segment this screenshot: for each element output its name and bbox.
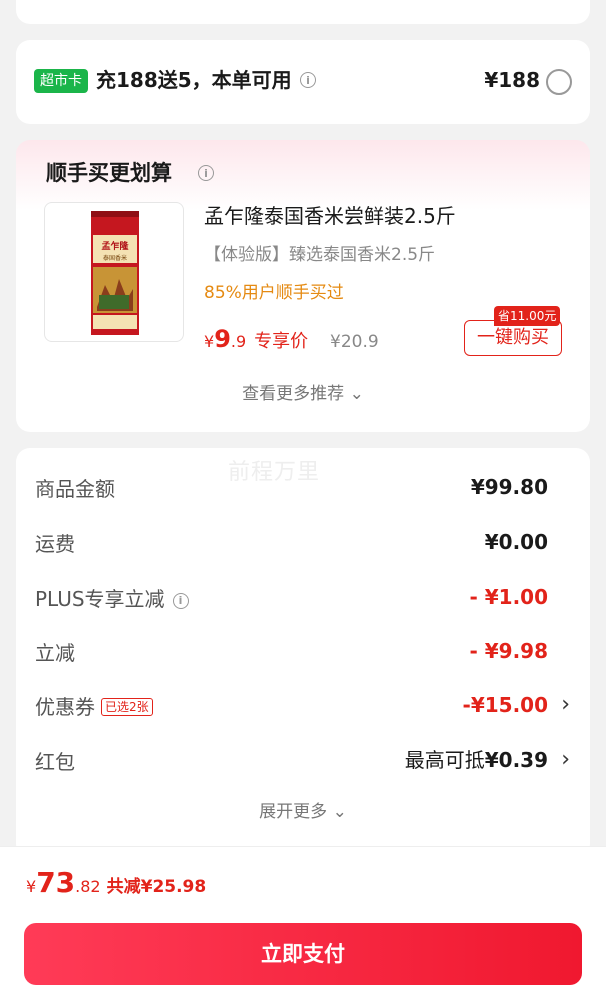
supermarket-card-radio[interactable] bbox=[546, 69, 572, 95]
product-name[interactable]: 孟乍隆泰国香米尝鲜装2.5斤 bbox=[204, 202, 456, 230]
supermarket-card-badge: 超市卡 bbox=[34, 69, 88, 93]
coupon-row[interactable]: 优惠券 已选2张 -¥15.00 › bbox=[16, 686, 590, 726]
shipping-label: 运费 bbox=[35, 532, 75, 556]
red-packet-value: 最高可抵¥0.39 bbox=[405, 745, 548, 775]
price-tag: 专享价 bbox=[254, 331, 309, 352]
coupon-label: 优惠券 bbox=[35, 695, 95, 719]
package-brand-text: 孟乍隆 bbox=[101, 240, 129, 252]
plus-discount-label-wrap: PLUS专享立减 i bbox=[35, 584, 189, 614]
subtotal-row: 商品金额 ¥99.80 bbox=[16, 468, 590, 508]
original-price: ¥20.9 bbox=[330, 332, 379, 352]
checkout-page: 超市卡 充188送5，本单可用 i ¥188 顺手买更划算 i 孟乍隆 泰国香米… bbox=[0, 0, 606, 1004]
total-symbol: ¥ bbox=[26, 877, 37, 896]
order-total: ¥73.82 共减¥25.98 bbox=[26, 865, 206, 905]
red-packet-row[interactable]: 红包 最高可抵¥0.39 › bbox=[16, 741, 590, 781]
info-icon[interactable]: i bbox=[198, 165, 214, 181]
supermarket-card-price: ¥188 bbox=[484, 68, 540, 92]
pay-now-button[interactable]: 立即支付 bbox=[24, 923, 582, 985]
chevron-right-icon: › bbox=[561, 747, 570, 772]
product-price: ¥9.9 专享价 bbox=[204, 324, 308, 357]
red-packet-prefix: 最高可抵 bbox=[404, 748, 485, 772]
price-symbol: ¥ bbox=[204, 332, 215, 351]
chevron-right-icon: › bbox=[561, 692, 570, 717]
rice-bag-image: 孟乍隆 泰国香米 bbox=[91, 211, 139, 335]
subtotal-label: 商品金额 bbox=[35, 477, 115, 501]
coupon-label-wrap: 优惠券 已选2张 bbox=[35, 692, 153, 722]
plus-discount-row: PLUS专享立减 i - ¥1.00 bbox=[16, 578, 590, 618]
more-recommendations-label: 查看更多推荐 bbox=[242, 384, 345, 404]
coupon-value: -¥15.00 bbox=[462, 693, 548, 717]
subtotal-value: ¥99.80 bbox=[470, 475, 548, 499]
total-savings: 共减¥25.98 bbox=[106, 877, 207, 897]
chevron-down-icon: ⌄ bbox=[332, 802, 347, 822]
product-popularity-hint: 85%用户顺手买过 bbox=[204, 283, 344, 303]
supermarket-card-offer: 充188送5，本单可用 bbox=[96, 68, 292, 92]
package-sub-text: 泰国香米 bbox=[103, 254, 127, 262]
plus-discount-label: PLUS专享立减 bbox=[35, 587, 165, 611]
chevron-down-icon: ⌄ bbox=[349, 384, 364, 404]
expand-more-label: 展开更多 bbox=[259, 802, 328, 822]
price-decimal: .9 bbox=[230, 332, 247, 351]
coupon-selected-tag: 已选2张 bbox=[101, 698, 153, 716]
red-packet-amount: ¥0.39 bbox=[484, 748, 548, 772]
info-icon[interactable]: i bbox=[300, 72, 316, 88]
shipping-row: 运费 ¥0.00 bbox=[16, 523, 590, 563]
previous-card bbox=[16, 0, 590, 24]
bundle-title: 顺手买更划算 bbox=[46, 161, 172, 185]
total-integer: 73 bbox=[36, 866, 76, 899]
pay-bar: ¥73.82 共减¥25.98 立即支付 bbox=[0, 846, 606, 1004]
expand-more-link[interactable]: 展开更多 ⌄ bbox=[16, 798, 590, 826]
product-image[interactable]: 孟乍隆 泰国香米 bbox=[44, 202, 184, 342]
bundle-recommendation-card: 顺手买更划算 i 孟乍隆 泰国香米 孟乍隆泰国香米尝鲜装2.5斤 【体验版】臻选… bbox=[16, 140, 590, 432]
supermarket-card-row[interactable]: 超市卡 充188送5，本单可用 i ¥188 bbox=[16, 40, 590, 124]
instant-discount-value: - ¥9.98 bbox=[469, 639, 548, 663]
info-icon[interactable]: i bbox=[172, 592, 189, 609]
plus-discount-value: - ¥1.00 bbox=[469, 585, 548, 609]
order-summary-card: 前程万里 商品金额 ¥99.80 运费 ¥0.00 PLUS专享立减 i - ¥1… bbox=[16, 448, 590, 858]
price-integer: 9 bbox=[214, 325, 231, 353]
shipping-value: ¥0.00 bbox=[484, 530, 548, 554]
red-packet-label: 红包 bbox=[35, 750, 75, 774]
savings-badge: 省11.00元 bbox=[494, 306, 561, 326]
total-decimal: .82 bbox=[75, 877, 101, 896]
instant-discount-label: 立减 bbox=[35, 641, 75, 665]
more-recommendations-link[interactable]: 查看更多推荐 ⌄ bbox=[16, 380, 590, 408]
product-subtitle: 【体验版】臻选泰国香米2.5斤 bbox=[204, 245, 436, 265]
instant-discount-row: 立减 - ¥9.98 bbox=[16, 632, 590, 672]
